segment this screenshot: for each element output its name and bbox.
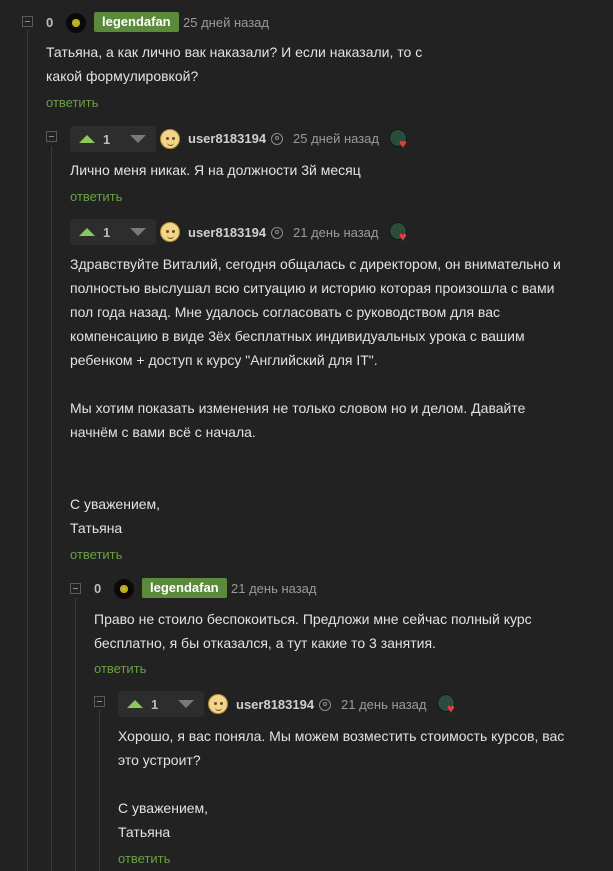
username[interactable]: user8183194 — [188, 225, 266, 240]
downvote-arrow-icon[interactable] — [130, 228, 146, 236]
thread-line — [99, 710, 100, 871]
rating-count: 0 — [46, 15, 54, 30]
comment-time[interactable]: 21 день назад — [293, 225, 379, 240]
username-badge[interactable]: legendafan — [94, 12, 179, 32]
avatar[interactable] — [66, 13, 86, 33]
username-badge[interactable]: legendafan — [142, 578, 227, 598]
reply-link[interactable]: ответить — [70, 547, 122, 562]
comment-text: Здравствуйте Виталий, сегодня общалась с… — [70, 256, 561, 536]
avatar[interactable] — [114, 579, 134, 599]
upvote-arrow-icon[interactable] — [79, 228, 95, 236]
award-heart-icon[interactable]: ♥ — [389, 222, 409, 243]
rating-count: 1 — [103, 132, 111, 147]
award-heart-icon[interactable]: ♥ — [389, 129, 409, 150]
collapse-button[interactable] — [22, 16, 33, 27]
thread-line — [27, 30, 28, 871]
comment-time[interactable]: 21 день назад — [231, 581, 317, 596]
upvote-arrow-icon[interactable] — [79, 135, 95, 143]
comment-time[interactable]: 25 дней назад — [183, 15, 269, 30]
reply-link[interactable]: ответить — [46, 95, 98, 110]
collapse-button[interactable] — [46, 131, 57, 142]
upvote-arrow-icon[interactable] — [127, 700, 143, 708]
reply-link[interactable]: ответить — [70, 189, 122, 204]
user-info-icon[interactable] — [271, 133, 283, 145]
comment-text: Татьяна, а как лично вак наказали? И есл… — [46, 44, 423, 84]
award-heart-icon[interactable]: ♥ — [437, 694, 457, 715]
avatar[interactable] — [208, 694, 228, 714]
downvote-arrow-icon[interactable] — [178, 700, 194, 708]
reply-link[interactable]: ответить — [94, 661, 146, 676]
reply-link[interactable]: ответить — [118, 851, 170, 866]
avatar[interactable] — [160, 129, 180, 149]
rating-count: 0 — [94, 581, 102, 596]
username[interactable]: user8183194 — [236, 697, 314, 712]
user-info-icon[interactable] — [271, 227, 283, 239]
comment-time[interactable]: 25 дней назад — [293, 131, 379, 146]
comment-text: Хорошо, я вас поняла. Мы можем возместит… — [118, 728, 565, 840]
comment-text: Право не стоило беспокоиться. Предложи м… — [94, 611, 532, 651]
username[interactable]: user8183194 — [188, 131, 266, 146]
downvote-arrow-icon[interactable] — [130, 135, 146, 143]
thread-line — [51, 146, 52, 871]
avatar[interactable] — [160, 222, 180, 242]
thread-line — [75, 598, 76, 871]
rating-count: 1 — [103, 225, 111, 240]
user-info-icon[interactable] — [319, 699, 331, 711]
collapse-button[interactable] — [94, 696, 105, 707]
comment-text: Лично меня никак. Я на должности 3й меся… — [70, 162, 361, 178]
rating-count: 1 — [151, 697, 159, 712]
collapse-button[interactable] — [70, 583, 81, 594]
comment-time[interactable]: 21 день назад — [341, 697, 427, 712]
